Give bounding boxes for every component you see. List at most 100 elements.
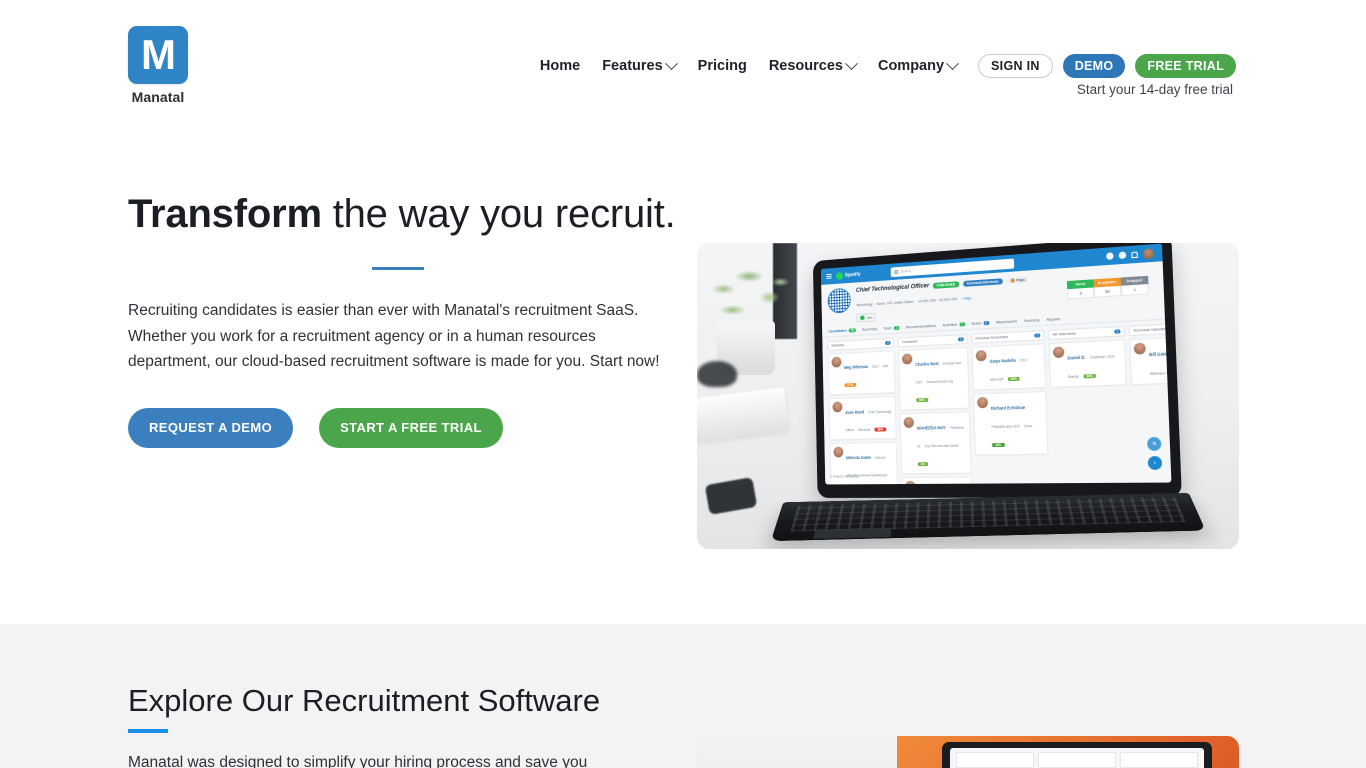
notifications-icon[interactable] [1131,251,1138,258]
sign-in-button[interactable]: SIGN IN [978,54,1053,78]
request-demo-button[interactable]: REQUEST A DEMO [128,408,293,448]
tab-activities-badge: 1 [959,322,965,326]
job-title: Chief Technological Officer [856,282,929,294]
tab-attachments-label: Attachments [996,318,1017,324]
board-footer: 1 Shared Candidates [830,475,859,479]
job-toggle[interactable]: Min [856,313,876,323]
nav-item-company[interactable]: Company [867,54,968,78]
tab-recommendations[interactable]: Recommendations [906,323,936,330]
explore-divider [128,729,168,733]
kanban-column-hr-interviews: HR Interviews 1 Daniel D. Chairman, CEO … [1048,326,1132,484]
tab-reports-label: Reports [1046,316,1060,322]
candidate-card[interactable]: Richard Echidnae President and CEO Cisco… [973,391,1048,455]
tab-attachments[interactable]: Attachments [996,318,1017,324]
lower-card [1120,752,1198,768]
candidate-role: CEO [1020,358,1027,362]
laptop-screen: Spotify Search Chief Technological Offic… [821,244,1172,485]
nav-item-home-label: Home [540,54,580,78]
candidate-card[interactable]: Satya Nadella CEO Microsoft 56% [972,343,1046,390]
nav-item-pricing[interactable]: Pricing [687,54,758,78]
candidate-name: Daniel D. [1067,355,1085,361]
candidate-score: 86% [1083,374,1096,379]
tab-notes-badge: 2 [983,320,989,324]
external-keyboard [697,387,789,442]
app-topbar-actions [1106,248,1156,262]
brand-logo[interactable]: M Manatal [128,26,188,105]
stat-hired: Hired 3 [1067,279,1094,299]
candidate-card[interactable]: Daniel D. Chairman, CEO Boeing 86% [1049,339,1127,387]
nav-item-home[interactable]: Home [529,54,591,78]
candidate-card[interactable]: Charles Best Founder and CEO DonorsChoos… [898,347,969,411]
start-free-trial-button[interactable]: START A FREE TRIAL [319,408,503,448]
candidate-score: 86% [916,398,928,402]
job-flag-label: Flags [1016,277,1025,282]
avatar [833,447,843,458]
avatar[interactable] [1143,248,1154,259]
candidate-info: Daniel D. Chairman, CEO Boeing 86% [1067,344,1122,383]
candidate-card[interactable]: Meg Whitman CEO Dell 77% [828,350,896,395]
candidate-info: Richard Echidnae President and CEO Cisco… [991,395,1044,451]
tab-activities[interactable]: Activities 1 [943,321,965,327]
tab-candidates[interactable]: Candidates 73 [828,327,855,333]
column-header: Interview Scheduled 2 [971,330,1044,344]
hero-body-text: Recruiting candidates is easier than eve… [128,298,673,375]
stat-in-pipeline: In pipeline 50 [1094,278,1122,298]
kanban-column-interview-scheduled: Interview Scheduled 2 Satya Nadella CEO … [971,330,1050,484]
free-trial-subtext: Start your 14-day free trial [1077,82,1233,97]
candidate-company: Microsoft [858,428,870,432]
stat-dropped-value: 1 [1121,284,1149,296]
candidate-company: Microsoft [990,377,1003,381]
next-fab-button[interactable]: › [1148,456,1163,470]
flag-icon [1010,278,1014,282]
candidate-card[interactable]: Joan Hood Chief Technology Officer Micro… [829,396,897,440]
demo-button[interactable]: DEMO [1063,54,1126,78]
candidate-info: Meg Whitman CEO Dell 77% [844,354,892,391]
tab-notes[interactable]: Notes 2 [971,320,989,326]
candidate-card[interactable]: Reid Hoffman Partner Dropbox 65% [901,477,972,485]
column-header: Technical Interviews [1129,322,1172,336]
nav-item-company-label: Company [878,54,944,78]
avatar [1053,346,1065,358]
nav-item-pricing-label: Pricing [698,54,747,78]
column-title: HR Interviews [1052,332,1076,337]
tab-recommendations-label: Recommendations [906,323,936,330]
stat-dropped: Dropped 1 [1121,276,1149,296]
job-tags[interactable]: +Tags [962,296,971,301]
explore-title: Explore Our Recruitment Software [128,682,673,720]
tab-sourcing[interactable]: Sourcing [1024,317,1039,323]
tab-summary[interactable]: Summary [862,326,877,332]
candidate-score: 56% [1008,377,1021,381]
app-logo: Spotify [836,270,861,279]
laptop: Spotify Search Chief Technological Offic… [781,247,1201,547]
column-count: 2 [1034,333,1040,337]
hero-title: Transform the way you recruit. [128,190,688,239]
column-count: 3 [958,337,964,341]
nav-item-resources[interactable]: Resources [758,54,867,78]
chat-fab-button[interactable]: ≡ [1147,437,1162,451]
candidate-card[interactable]: Bill Gates Chairman HR & Webinars Onboar… [1129,335,1171,385]
tab-team[interactable]: Team 3 [883,325,899,331]
candidate-name: Melinda Gates [846,455,871,460]
candidate-name: Charles Best [915,361,939,367]
manatal-logo-icon: M [128,26,188,84]
apps-icon[interactable] [1119,251,1127,259]
tab-reports[interactable]: Reports [1046,316,1060,322]
desk-scene: Spotify Search Chief Technological Offic… [697,243,1239,549]
menu-icon[interactable] [826,274,831,279]
job-line-3: 14,000 USD - 20,000 USD [918,297,958,303]
kanban-column-contacted: Contacted 3 Charles Best Founder and CEO… [898,334,973,484]
candidate-card[interactable]: WAHEEDA MAY Freelance UI 11w 30w now she… [900,412,972,475]
column-count: 3 [885,341,890,345]
explore-product-image [697,736,1239,768]
job-status-badge: PUBLISHED [933,281,959,289]
job-type-badge: Technical Interviews [963,278,1003,287]
help-icon[interactable] [1106,252,1114,260]
hero-title-rest: the way you recruit. [322,192,676,236]
trackpad [813,528,891,539]
spotify-icon [836,272,843,280]
candidate-score: 48% [992,443,1005,447]
column-header: Selected 3 [828,338,895,351]
free-trial-button[interactable]: FREE TRIAL [1135,54,1236,78]
chevron-down-icon [845,57,858,70]
nav-item-features[interactable]: Features [591,54,686,78]
